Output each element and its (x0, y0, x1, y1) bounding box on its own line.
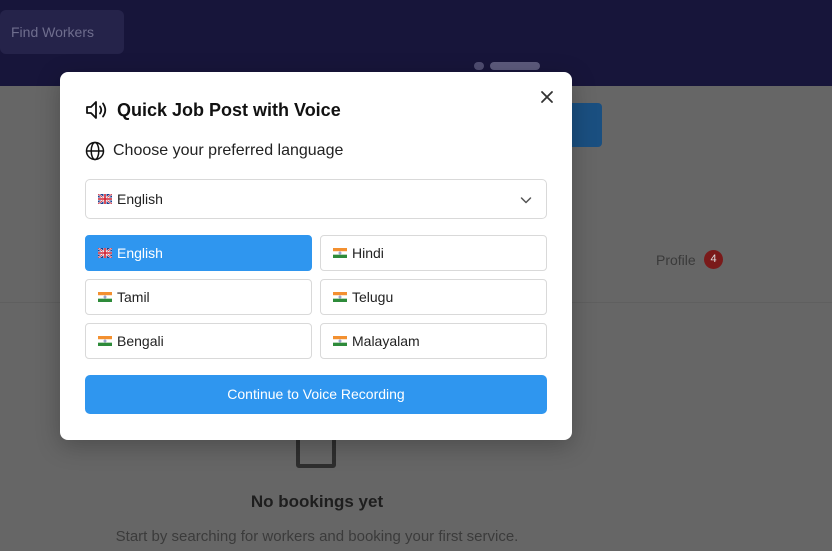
india-flag-icon (333, 292, 347, 302)
language-option-telugu[interactable]: Telugu (320, 279, 547, 315)
language-option-label: Telugu (352, 289, 394, 305)
india-flag-icon (98, 292, 112, 302)
uk-flag-icon (98, 248, 112, 258)
language-option-tamil[interactable]: Tamil (85, 279, 312, 315)
language-option-label: Tamil (117, 289, 150, 305)
find-workers-button[interactable]: Find Workers (0, 10, 124, 54)
language-option-hindi[interactable]: Hindi (320, 235, 547, 271)
india-flag-icon (98, 336, 112, 346)
language-option-english[interactable]: English (85, 235, 312, 271)
india-flag-icon (333, 336, 347, 346)
profile-badge: 4 (704, 250, 723, 269)
empty-state-subtitle: Start by searching for workers and booki… (115, 528, 519, 545)
carousel-indicator (474, 62, 540, 72)
uk-flag-icon (98, 194, 112, 204)
language-option-label: Bengali (117, 333, 164, 349)
language-option-label: English (117, 245, 163, 261)
tab-profile[interactable]: Profile (656, 252, 696, 268)
language-option-bengali[interactable]: Bengali (85, 323, 312, 359)
language-prompt: Choose your preferred language (113, 142, 344, 159)
india-flag-icon (333, 248, 347, 258)
close-icon[interactable] (536, 86, 558, 108)
speaker-icon (86, 101, 107, 119)
modal-header: Quick Job Post with Voice (85, 99, 341, 121)
language-option-label: Hindi (352, 245, 384, 261)
continue-to-voice-recording-button[interactable]: Continue to Voice Recording (85, 375, 547, 414)
empty-state-title: No bookings yet (250, 492, 384, 511)
modal-title: Quick Job Post with Voice (117, 99, 341, 120)
language-select[interactable]: English (85, 179, 547, 219)
voice-job-post-modal: Quick Job Post with Voice Choose your pr… (60, 72, 572, 440)
language-option-label: Malayalam (352, 333, 420, 349)
chevron-down-icon (520, 197, 532, 204)
selected-language-label: English (117, 191, 163, 207)
language-option-malayalam[interactable]: Malayalam (320, 323, 547, 359)
language-prompt-row: Choose your preferred language (85, 140, 343, 162)
globe-icon (85, 141, 105, 161)
